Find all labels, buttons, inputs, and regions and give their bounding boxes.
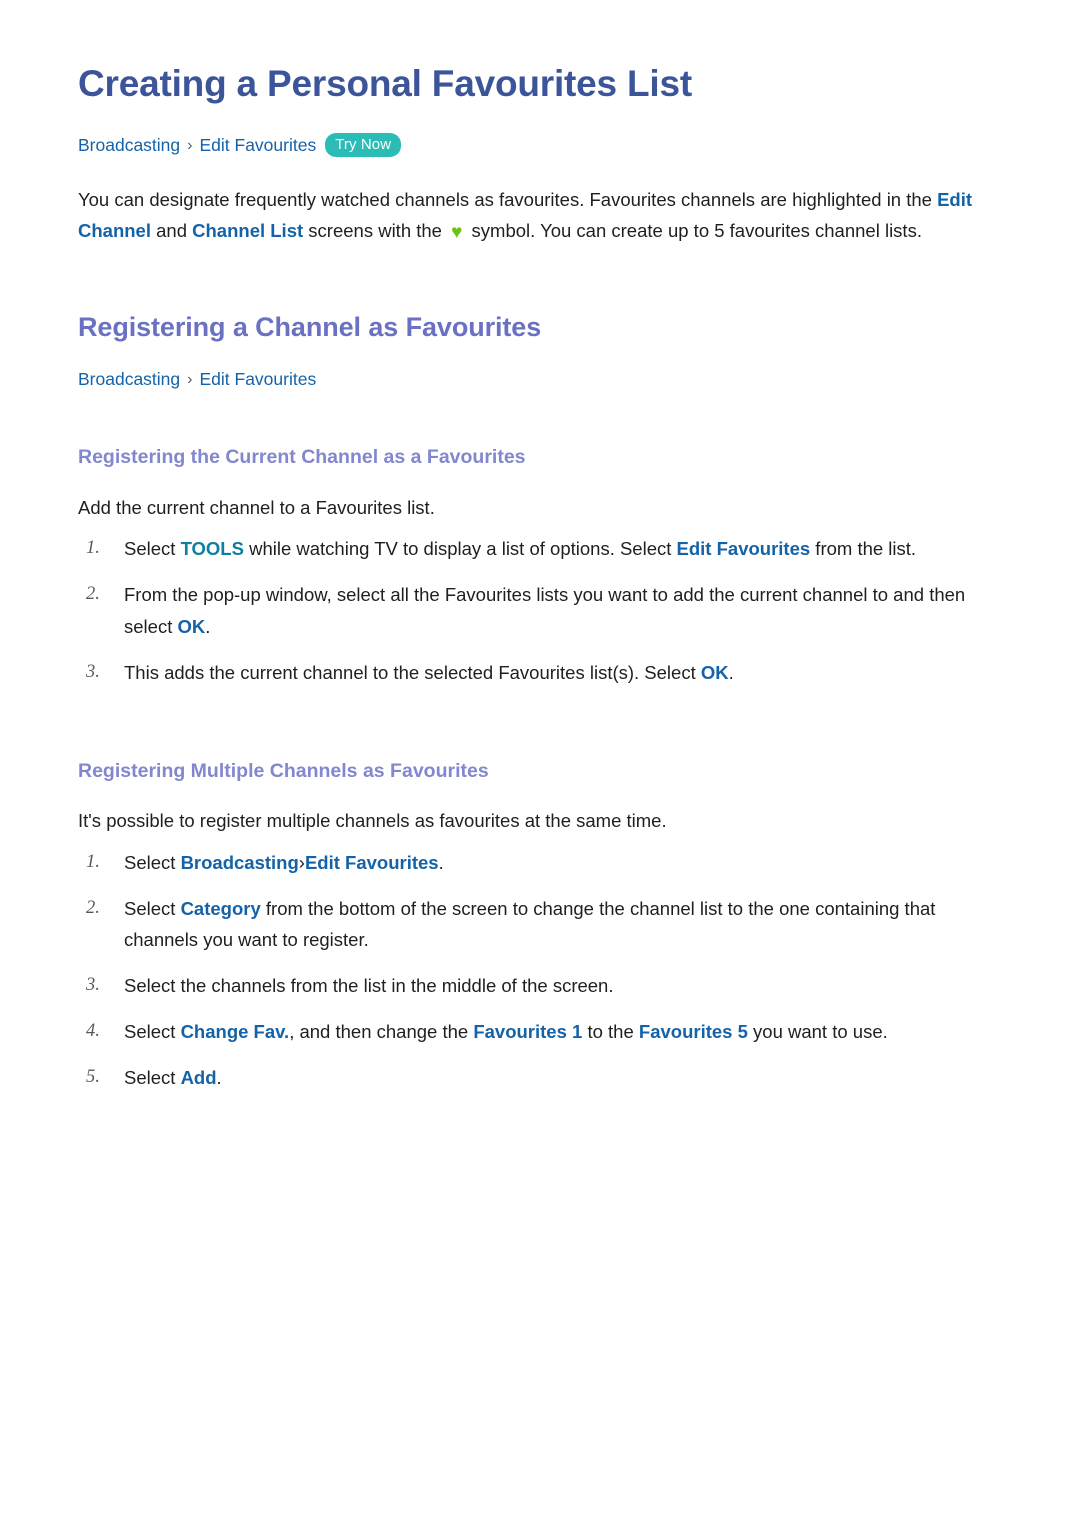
link-edit-favourites-mstep1[interactable]: Edit Favourites xyxy=(305,852,439,873)
intro-text-d: symbol. You can create up to 5 favourite… xyxy=(466,220,922,242)
section-heading-registering-channel: Registering a Channel as Favourites xyxy=(78,312,542,343)
list-item: Select Change Fav., and then change the … xyxy=(78,1016,1002,1048)
breadcrumb-section: Broadcasting › Edit Favourites xyxy=(78,368,1002,392)
link-favourites-1[interactable]: Favourites 1 xyxy=(473,1021,582,1042)
mstep5-text-b: . xyxy=(216,1066,222,1088)
steps-list-current-channel: Select TOOLS while watching TV to displa… xyxy=(78,533,1002,688)
step2-text-b: . xyxy=(205,615,211,637)
mstep3-text-a: Select the channels from the list in the… xyxy=(124,975,614,997)
list-item: Select the channels from the list in the… xyxy=(78,970,1002,1002)
step3-text-a: This adds the current channel to the sel… xyxy=(124,661,701,683)
page-title: Creating a Personal Favourites List xyxy=(78,63,692,104)
intro-text-a: You can designate frequently watched cha… xyxy=(78,188,938,210)
list-item: Select Add. xyxy=(78,1062,1002,1094)
mstep5-text-a: Select xyxy=(124,1066,181,1088)
subsection-heading-multiple-channels: Registering Multiple Channels as Favouri… xyxy=(78,759,489,782)
breadcrumb-separator-icon-2: › xyxy=(187,370,193,388)
list-item: This adds the current channel to the sel… xyxy=(78,657,1002,689)
link-category[interactable]: Category xyxy=(181,898,261,919)
step1-text-c: from the list. xyxy=(810,538,917,560)
link-ok-step3[interactable]: OK xyxy=(701,662,729,683)
breadcrumb-separator-icon: › xyxy=(187,136,193,154)
list-item: Select Broadcasting›Edit Favourites. xyxy=(78,847,1002,879)
subsection-multiple-intro: It's possible to register multiple chann… xyxy=(78,809,667,831)
subsection-current-intro: Add the current channel to a Favourites … xyxy=(78,496,435,518)
link-change-fav[interactable]: Change Fav. xyxy=(181,1021,290,1042)
mstep4-text-c: to the xyxy=(582,1021,639,1043)
mstep1-text-a: Select xyxy=(124,851,181,873)
link-edit-favourites-step1[interactable]: Edit Favourites xyxy=(677,538,811,559)
link-add[interactable]: Add xyxy=(181,1067,217,1088)
link-channel-list[interactable]: Channel List xyxy=(192,220,303,241)
link-broadcasting-mstep1[interactable]: Broadcasting xyxy=(181,852,299,873)
heart-icon: ♥ xyxy=(451,222,463,244)
subsection-heading-current-channel: Registering the Current Channel as a Fav… xyxy=(78,446,526,469)
step1-text-a: Select xyxy=(124,538,181,560)
document-page: Creating a Personal Favourites List Broa… xyxy=(0,0,1080,1527)
intro-text-b: and xyxy=(150,220,193,242)
breadcrumb-item-edit-favourites[interactable]: Edit Favourites xyxy=(199,134,316,158)
steps-list-multiple-channels: Select Broadcasting›Edit Favourites. Sel… xyxy=(78,847,1002,1094)
list-item: Select TOOLS while watching TV to displa… xyxy=(78,533,1002,565)
step2-text-a: From the pop-up window, select all the F… xyxy=(124,584,966,637)
intro-text-c: screens with the xyxy=(303,220,448,242)
list-item: Select Category from the bottom of the s… xyxy=(78,893,1002,957)
try-now-badge[interactable]: Try Now xyxy=(325,132,402,157)
mstep4-text-d: you want to use. xyxy=(747,1021,888,1043)
mstep2-text-a: Select xyxy=(124,897,181,919)
mstep4-text-a: Select xyxy=(124,1021,181,1043)
step3-text-b: . xyxy=(728,661,734,683)
link-ok-step2[interactable]: OK xyxy=(177,616,205,637)
breadcrumb-item-broadcasting[interactable]: Broadcasting xyxy=(78,134,180,158)
link-tools[interactable]: TOOLS xyxy=(181,538,244,559)
link-favourites-5[interactable]: Favourites 5 xyxy=(639,1021,748,1042)
mstep1-text-b: . xyxy=(438,851,444,873)
intro-paragraph: You can designate frequently watched cha… xyxy=(78,184,983,249)
mstep4-text-b: , and then change the xyxy=(289,1021,474,1043)
breadcrumb-item-broadcasting-2[interactable]: Broadcasting xyxy=(78,368,180,392)
breadcrumb-item-edit-favourites-2[interactable]: Edit Favourites xyxy=(199,368,316,392)
list-item: From the pop-up window, select all the F… xyxy=(78,579,1002,643)
step1-text-b: while watching TV to display a list of o… xyxy=(243,538,677,560)
breadcrumb: Broadcasting › Edit Favourites Try Now xyxy=(78,132,1002,158)
